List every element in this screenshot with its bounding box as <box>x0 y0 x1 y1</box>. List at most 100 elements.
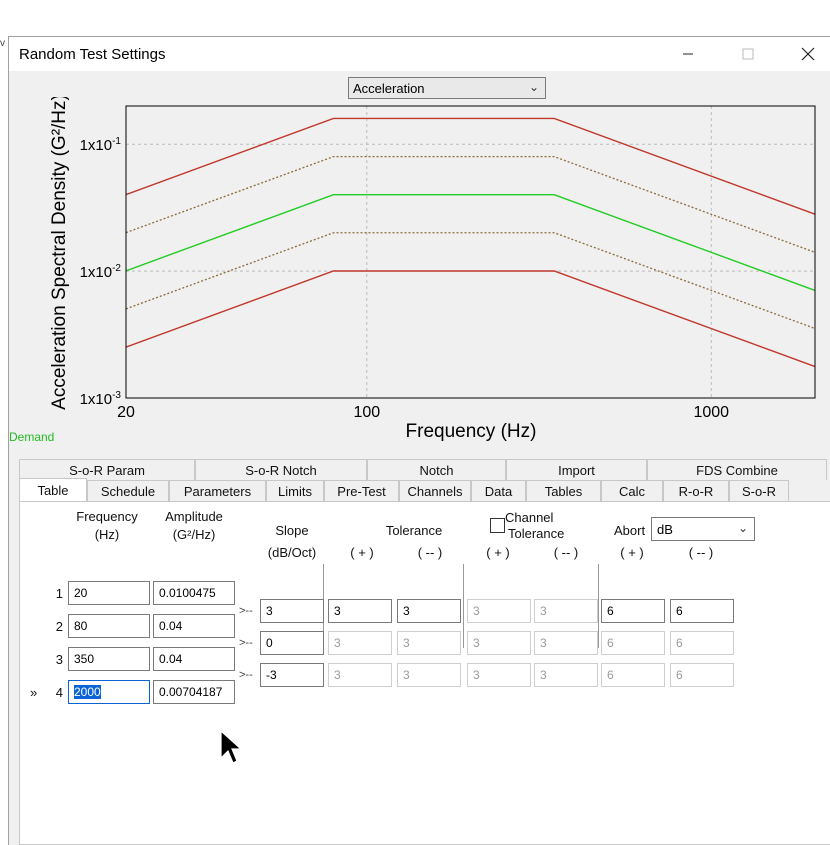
chevron-down-icon: ⌄ <box>738 521 748 535</box>
row-number: 2 <box>43 619 63 634</box>
channel-tol-plus-label: ( + ) <box>466 545 530 560</box>
abort-minus-field[interactable]: 6 <box>670 599 734 623</box>
tolerance-plus-label: ( + ) <box>330 545 394 560</box>
column-divider <box>598 564 599 648</box>
y-axis-label: Acceleration Spectral Density (G²/Hz) <box>49 97 70 410</box>
tolerance-minus-label: ( -- ) <box>398 545 462 560</box>
tab-limits[interactable]: Limits <box>266 480 324 501</box>
chart-ticks: 2010010001x10-11x10-21x10-3 <box>80 136 730 421</box>
y-tick-label: 1x10-1 <box>80 136 122 154</box>
frequency-field[interactable]: 350 <box>68 647 150 671</box>
frequency-field[interactable]: 2000 <box>68 680 150 704</box>
mouse-cursor-icon <box>219 730 243 766</box>
tab-parameters[interactable]: Parameters <box>169 480 266 501</box>
tab-row-upper: S-o-R ParamS-o-R NotchNotchImportFDS Com… <box>19 459 827 480</box>
channel-tol-plus-field: 3 <box>467 599 531 623</box>
psd-chart: 2010010001x10-11x10-21x10-3 Frequency (H… <box>9 97 830 457</box>
amplitude-header: Amplitude <box>152 509 236 524</box>
abort-header: Abort <box>614 523 645 538</box>
tab-notch[interactable]: Notch <box>367 459 506 480</box>
tab-s-o-r-param[interactable]: S-o-R Param <box>19 459 195 480</box>
tab-schedule[interactable]: Schedule <box>87 480 169 501</box>
channel-tol-minus-field: 3 <box>534 663 598 687</box>
x-tick-label: 20 <box>117 404 135 421</box>
abort-plus-label: ( + ) <box>600 545 664 560</box>
close-button[interactable] <box>785 37 830 71</box>
chevron-down-icon: ⌄ <box>529 80 539 94</box>
x-tick-label: 100 <box>353 404 380 421</box>
row-number: 4 <box>43 685 63 700</box>
frequency-value: 80 <box>74 619 87 633</box>
tab-channels[interactable]: Channels <box>399 480 471 501</box>
tab-tables[interactable]: Tables <box>526 480 601 501</box>
legend-demand: Demand <box>9 430 54 444</box>
window-title: Random Test Settings <box>19 46 165 63</box>
tolerance-plus-field: 3 <box>328 631 392 655</box>
frequency-field[interactable]: 20 <box>68 581 150 605</box>
abort-plus-field: 6 <box>601 631 665 655</box>
settings-window: Random Test Settings Acceleration ⌄ 2010… <box>8 36 830 845</box>
close-icon <box>801 47 815 61</box>
row-number: 1 <box>43 586 63 601</box>
abort-unit-value: dB <box>657 522 673 537</box>
title-bar[interactable]: Random Test Settings <box>9 37 830 71</box>
abort-minus-field: 6 <box>670 663 734 687</box>
abort-unit-select[interactable]: dB ⌄ <box>651 517 755 541</box>
tab-row-lower: TableScheduleParametersLimitsPre-TestCha… <box>19 480 789 501</box>
column-divider <box>463 564 464 648</box>
tolerance-minus-field[interactable]: 3 <box>397 599 461 623</box>
tolerance-plus-field: 3 <box>328 663 392 687</box>
tolerance-plus-field[interactable]: 3 <box>328 599 392 623</box>
view-select[interactable]: Acceleration ⌄ <box>348 77 546 99</box>
minimize-button[interactable] <box>665 37 711 71</box>
amplitude-field[interactable]: 0.00704187 <box>153 680 235 704</box>
tab-import[interactable]: Import <box>506 459 647 480</box>
tab-fds-combine[interactable]: FDS Combine <box>647 459 827 480</box>
slope-header: Slope <box>260 523 324 538</box>
slope-unit: (dB/Oct) <box>260 545 324 560</box>
view-select-value: Acceleration <box>353 81 425 96</box>
frequency-value: 350 <box>74 652 94 666</box>
amplitude-field[interactable]: 0.0100475 <box>153 581 235 605</box>
tolerance-minus-field: 3 <box>397 663 461 687</box>
tab-data[interactable]: Data <box>471 480 526 501</box>
segment-arrow: >-- <box>239 605 253 617</box>
maximize-icon <box>742 48 754 60</box>
tab-table[interactable]: Table <box>19 478 87 501</box>
maximize-button[interactable] <box>725 37 771 71</box>
amplitude-field[interactable]: 0.04 <box>153 647 235 671</box>
row-number: 3 <box>43 652 63 667</box>
amplitude-field[interactable]: 0.04 <box>153 614 235 638</box>
amplitude-unit: (G²/Hz) <box>152 527 236 542</box>
channel-tol-minus-field: 3 <box>534 599 598 623</box>
tab-s-o-r[interactable]: S-o-R <box>729 480 789 501</box>
minimize-icon <box>682 48 694 60</box>
channel-tol-minus-label: ( -- ) <box>534 545 598 560</box>
desktop-fragment-text: v <box>0 38 5 49</box>
slope-field[interactable]: -3 <box>260 663 324 687</box>
slope-field[interactable]: 3 <box>260 599 324 623</box>
tab-calc[interactable]: Calc <box>601 480 663 501</box>
tolerance-minus-field: 3 <box>397 631 461 655</box>
tolerance-header: Tolerance <box>340 523 488 538</box>
channel-tol-plus-field: 3 <box>467 631 531 655</box>
frequency-field[interactable]: 80 <box>68 614 150 638</box>
channel-tolerance-checkbox[interactable] <box>490 518 505 533</box>
channel-tol-minus-field: 3 <box>534 631 598 655</box>
y-tick-label: 1x10-3 <box>80 390 122 408</box>
abort-plus-field[interactable]: 6 <box>601 599 665 623</box>
frequency-value: 20 <box>74 586 87 600</box>
tab-pre-test[interactable]: Pre-Test <box>324 480 399 501</box>
frequency-unit: (Hz) <box>67 527 147 542</box>
x-tick-label: 1000 <box>693 404 729 421</box>
frequency-header: Frequency <box>67 509 147 524</box>
slope-field[interactable]: 0 <box>260 631 324 655</box>
tab-r-o-r[interactable]: R-o-R <box>663 480 729 501</box>
channel-tol-plus-field: 3 <box>467 663 531 687</box>
table-panel: Frequency (Hz) Amplitude (G²/Hz) Slope (… <box>19 501 830 845</box>
segment-arrow: >-- <box>239 637 253 649</box>
abort-minus-field: 6 <box>670 631 734 655</box>
desktop-background <box>0 0 830 36</box>
segment-arrow: >-- <box>239 669 253 681</box>
tab-s-o-r-notch[interactable]: S-o-R Notch <box>195 459 367 480</box>
